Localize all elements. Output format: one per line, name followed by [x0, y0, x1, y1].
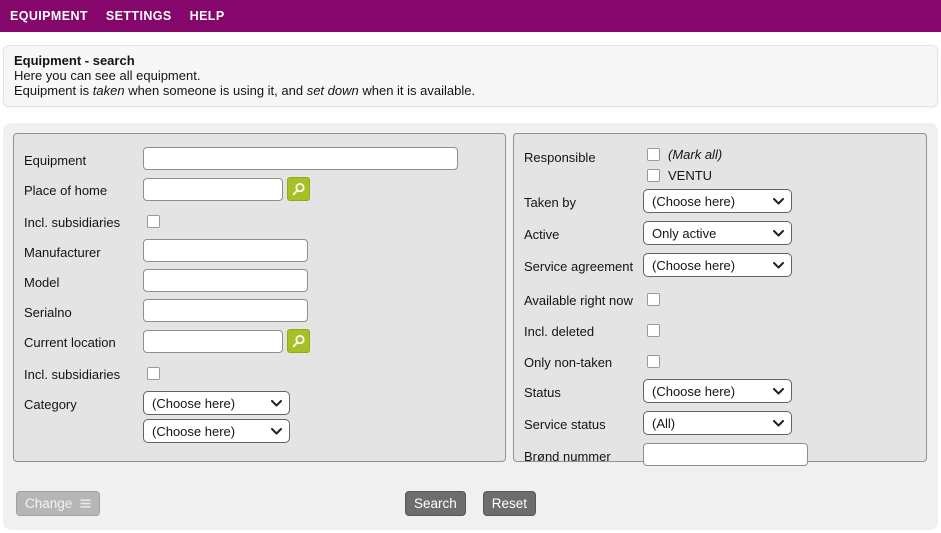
- page-description: Equipment is taken when someone is using…: [14, 83, 476, 99]
- serialno-input[interactable]: [143, 299, 308, 323]
- model-input[interactable]: [143, 269, 308, 293]
- search-icon: [292, 182, 305, 195]
- nav-help[interactable]: HELP: [190, 9, 225, 23]
- only-non-taken-checkbox[interactable]: [647, 354, 660, 368]
- chevron-down-icon: [773, 387, 784, 395]
- taken-by-label: Taken by: [524, 195, 577, 211]
- incl-subsidiaries2-label: Incl. subsidiaries: [24, 367, 121, 383]
- top-navbar: EQUIPMENT SETTINGS HELP: [0, 0, 941, 32]
- page-title: Equipment - search: [14, 53, 135, 68]
- equipment-label: Equipment: [24, 152, 87, 168]
- manufacturer-input[interactable]: [143, 239, 308, 263]
- serialno-label: Serialno: [24, 304, 72, 320]
- current-location-label: Current location: [24, 335, 116, 351]
- chevron-down-icon: [773, 261, 784, 269]
- incl-deleted-label: Incl. deleted: [524, 324, 595, 340]
- brond-nummer-label: Brønd nummer: [524, 448, 611, 464]
- search-form-container: Equipment Place of home Incl. subsidiari…: [3, 123, 938, 531]
- active-select[interactable]: Only active: [643, 221, 792, 246]
- right-search-panel: Responsible (Mark all) VENTU Taken by (C…: [513, 133, 927, 467]
- mark-all-checkbox[interactable]: [647, 148, 660, 162]
- equipment-input[interactable]: [143, 147, 458, 171]
- search-icon: [292, 334, 305, 347]
- manufacturer-label: Manufacturer: [24, 244, 101, 260]
- nav-settings[interactable]: SETTINGS: [106, 9, 172, 23]
- service-agreement-label: Service agreement: [524, 259, 634, 275]
- current-location-lookup-button[interactable]: [287, 329, 310, 354]
- category-label: Category: [24, 397, 77, 413]
- incl-deleted-checkbox[interactable]: [647, 323, 660, 337]
- nav-equipment[interactable]: EQUIPMENT: [10, 9, 88, 23]
- model-label: Model: [24, 274, 60, 290]
- available-right-now-label: Available right now: [524, 293, 633, 309]
- place-of-home-input[interactable]: [143, 177, 283, 201]
- responsible-ventu-checkbox[interactable]: [647, 169, 660, 183]
- chevron-down-icon: [271, 399, 282, 407]
- active-select-value: Only active: [652, 225, 717, 241]
- subcategory-select-value: (Choose here): [152, 423, 236, 439]
- service-status-select-value: (All): [652, 415, 676, 431]
- place-of-home-label: Place of home: [24, 183, 108, 199]
- current-location-input[interactable]: [143, 329, 283, 353]
- category-select-value: (Choose here): [152, 395, 236, 411]
- chevron-down-icon: [773, 419, 784, 427]
- page-header: Equipment - search Here you can see all …: [3, 45, 938, 108]
- category-select[interactable]: (Choose here): [143, 391, 290, 416]
- status-select[interactable]: (Choose here): [643, 379, 792, 404]
- status-select-value: (Choose here): [652, 383, 736, 399]
- taken-by-select[interactable]: (Choose here): [643, 189, 792, 214]
- service-agreement-select-value: (Choose here): [652, 257, 736, 273]
- chevron-down-icon: [271, 427, 282, 435]
- left-search-panel: Equipment Place of home Incl. subsidiari…: [13, 133, 506, 463]
- chevron-down-icon: [773, 229, 784, 237]
- mark-all-label: (Mark all): [668, 147, 723, 163]
- incl-subsidiaries2-checkbox[interactable]: [147, 366, 160, 380]
- service-status-label: Service status: [524, 417, 606, 433]
- status-label: Status: [524, 385, 561, 401]
- subcategory-select[interactable]: (Choose here): [143, 419, 290, 444]
- only-non-taken-label: Only non-taken: [524, 355, 613, 371]
- place-of-home-lookup-button[interactable]: [287, 177, 310, 202]
- available-right-now-checkbox[interactable]: [647, 292, 660, 306]
- brond-nummer-input[interactable]: [643, 443, 808, 467]
- form-actions: Change Search Reset: [3, 491, 938, 517]
- taken-by-select-value: (Choose here): [652, 193, 736, 209]
- search-button[interactable]: Search: [404, 491, 466, 517]
- incl-subsidiaries-checkbox[interactable]: [147, 214, 160, 228]
- service-status-select[interactable]: (All): [643, 411, 792, 436]
- chevron-down-icon: [773, 197, 784, 205]
- reset-button[interactable]: Reset: [482, 491, 537, 517]
- responsible-label: Responsible: [524, 150, 596, 166]
- responsible-ventu-label: VENTU: [668, 168, 713, 184]
- page-subtitle: Here you can see all equipment.: [14, 68, 201, 84]
- service-agreement-select[interactable]: (Choose here): [643, 253, 792, 278]
- active-label: Active: [524, 227, 560, 243]
- incl-subsidiaries-label: Incl. subsidiaries: [24, 215, 121, 231]
